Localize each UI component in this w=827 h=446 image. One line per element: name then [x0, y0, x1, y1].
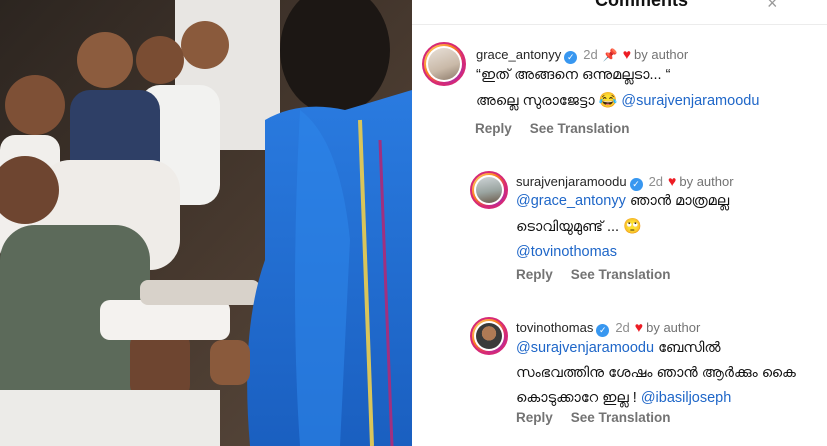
comment-line-1: @surajvenjaramoodu ബേസിൽ: [516, 336, 796, 361]
reply-button[interactable]: Reply: [475, 121, 512, 136]
comment-line-2: സംഭവത്തിനു ശേഷം ഞാൻ ആർക്കും കൈ: [516, 365, 796, 381]
see-translation-button[interactable]: See Translation: [530, 121, 630, 136]
heart-icon[interactable]: ♥: [623, 46, 631, 62]
laughing-emoji: 😂: [598, 92, 618, 109]
comment-text: @grace_antonyy ഞാൻ മാത്രമല്ല ടൊവിയുമുണ്ട…: [516, 189, 729, 265]
comment-line-1-text: ഞാൻ മാത്രമല്ല: [625, 193, 730, 209]
username[interactable]: tovinothomas: [516, 320, 593, 335]
by-author-label: by author: [646, 320, 701, 335]
comment-line-1-text: ബേസിൽ: [654, 340, 721, 356]
comment-text: “ഇത് അങ്ങനെ ഒന്നുമല്ലടാ... “ അല്ലെ സുരാജ…: [476, 63, 759, 114]
comment-line-2-text: ടൊവിയുമുണ്ട് ...: [516, 219, 624, 235]
comment-line-3: കൊടുക്കാറേ ഇല്ല ! @ibasiljoseph: [516, 386, 796, 411]
event-photo: [0, 0, 412, 446]
comment-time: 2d: [615, 320, 630, 335]
comment-line-3-text: കൊടുക്കാറേ ഇല്ല !: [516, 390, 641, 406]
comments-panel: Comments × grace_antonyy ✓ 2d 📌 ♥ by author “…: [412, 0, 827, 446]
see-translation-button[interactable]: See Translation: [571, 267, 671, 282]
comment-time: 2d: [648, 174, 664, 189]
header-divider: [412, 24, 827, 25]
comments-title: Comments: [595, 0, 689, 10]
avatar[interactable]: [470, 317, 508, 355]
comment-actions: Reply See Translation: [516, 267, 671, 282]
comment-time: 2d: [583, 47, 598, 62]
reply-button[interactable]: Reply: [516, 410, 553, 425]
mention-link[interactable]: @surajvenjaramoodu: [516, 340, 654, 356]
avatar[interactable]: [470, 171, 508, 209]
username[interactable]: surajvenjaramoodu: [516, 174, 627, 189]
avatar[interactable]: [422, 42, 466, 86]
see-translation-button[interactable]: See Translation: [571, 410, 671, 425]
close-icon[interactable]: ×: [767, 0, 778, 14]
event-photo-illustration: [0, 0, 412, 446]
username[interactable]: grace_antonyy: [476, 47, 561, 62]
comments-header: Comments ×: [412, 0, 827, 22]
comment-line-3: @tovinothomas: [516, 240, 729, 265]
comment-actions: Reply See Translation: [516, 410, 671, 425]
reply-button[interactable]: Reply: [516, 267, 553, 282]
comment-text: @surajvenjaramoodu ബേസിൽ സംഭവത്തിനു ശേഷം…: [516, 336, 796, 411]
by-author-label: by author: [634, 47, 689, 62]
comment-line-1: “ഇത് അങ്ങനെ ഒന്നുമല്ലടാ... “: [476, 67, 671, 83]
mention-link[interactable]: @grace_antonyy: [516, 193, 626, 209]
comment-actions: Reply See Translation: [475, 121, 630, 136]
pin-icon: 📌: [602, 48, 618, 62]
comment-line-1: @grace_antonyy ഞാൻ മാത്രമല്ല: [516, 189, 729, 214]
mention-link[interactable]: @tovinothomas: [516, 244, 617, 260]
heart-icon[interactable]: ♥: [635, 319, 643, 335]
comment-meta: tovinothomas ✓ 2d ♥ by author: [516, 319, 700, 337]
comment-line-2-text: അല്ലെ സുരാജേട്ടാ: [476, 93, 599, 109]
comment-line-2: അല്ലെ സുരാജേട്ടാ 😂 @surajvenjaramoodu: [476, 88, 759, 114]
mention-link[interactable]: @ibasiljoseph: [641, 390, 732, 406]
heart-icon[interactable]: ♥: [668, 173, 676, 189]
mention-link[interactable]: @surajvenjaramoodu: [621, 93, 759, 109]
by-author-label: by author: [679, 174, 734, 189]
comment-line-2: ടൊവിയുമുണ്ട് ... 🙄: [516, 214, 729, 240]
comment-meta: grace_antonyy ✓ 2d 📌 ♥ by author: [476, 46, 688, 64]
eye-roll-emoji: 🙄: [623, 218, 642, 235]
